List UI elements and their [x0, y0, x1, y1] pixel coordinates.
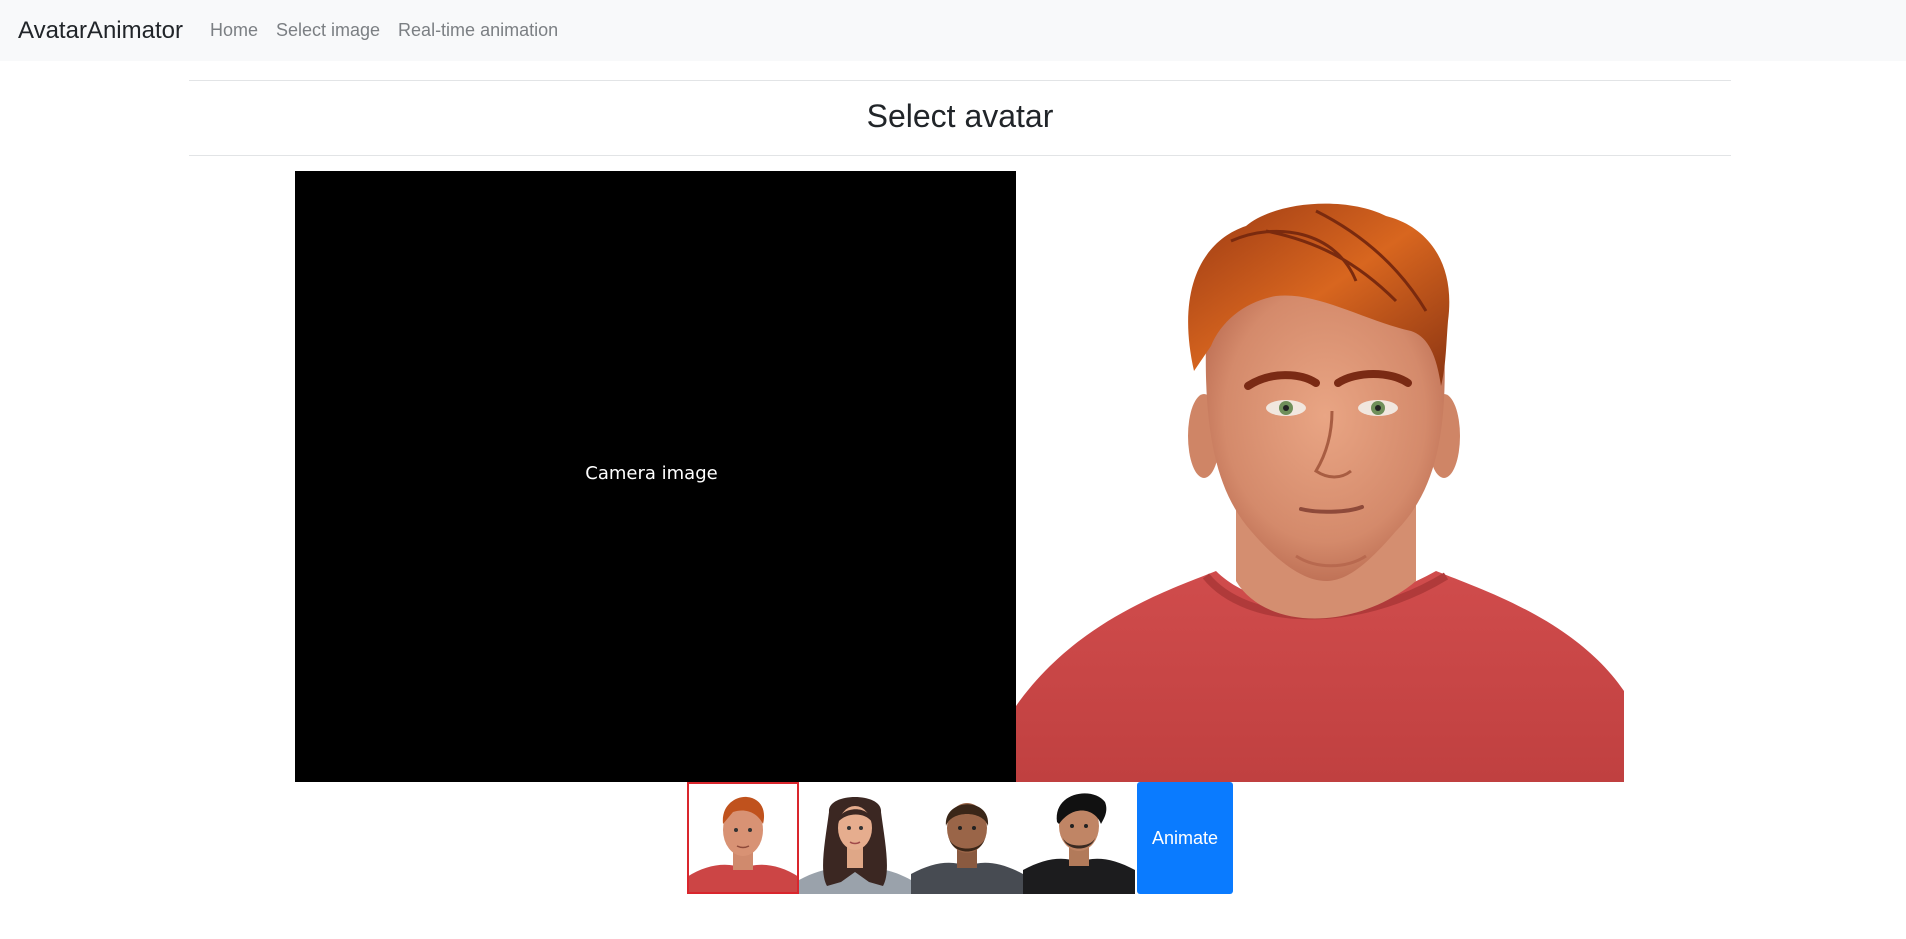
avatar-thumbnail-red-haired-man[interactable]	[687, 782, 799, 894]
avatar-thumbnail-image	[911, 782, 1023, 894]
top-navbar: AvatarAnimator Home Select image Real-ti…	[0, 0, 1906, 61]
camera-view: Camera image	[295, 171, 1016, 782]
avatar-thumbnail-image	[799, 782, 911, 894]
camera-image-label: Camera image	[585, 463, 718, 484]
divider-top	[189, 80, 1731, 81]
animate-button[interactable]: Animate	[1137, 782, 1233, 894]
page-title: Select avatar	[866, 98, 1054, 134]
avatar-thumbnail-black-haired-man[interactable]	[1023, 782, 1135, 894]
avatar-portrait-image	[1016, 203, 1624, 782]
avatar-thumbnail-image	[687, 782, 799, 894]
divider-bottom	[189, 155, 1731, 156]
avatar-thumbnail-bearded-man[interactable]	[911, 782, 1023, 894]
brand-logo-link[interactable]: AvatarAnimator	[18, 17, 183, 45]
avatar-thumbnail-long-haired-woman[interactable]	[799, 782, 911, 894]
nav-link-select-image[interactable]: Select image	[276, 20, 380, 41]
nav-link-real-time-animation[interactable]: Real-time animation	[398, 20, 558, 41]
nav-link-home[interactable]: Home	[210, 20, 258, 41]
avatar-preview	[1016, 171, 1624, 782]
avatar-thumbnail-strip	[687, 782, 1135, 894]
avatar-thumbnail-image	[1023, 782, 1135, 894]
nav-links: Home Select image Real-time animation	[210, 20, 576, 41]
